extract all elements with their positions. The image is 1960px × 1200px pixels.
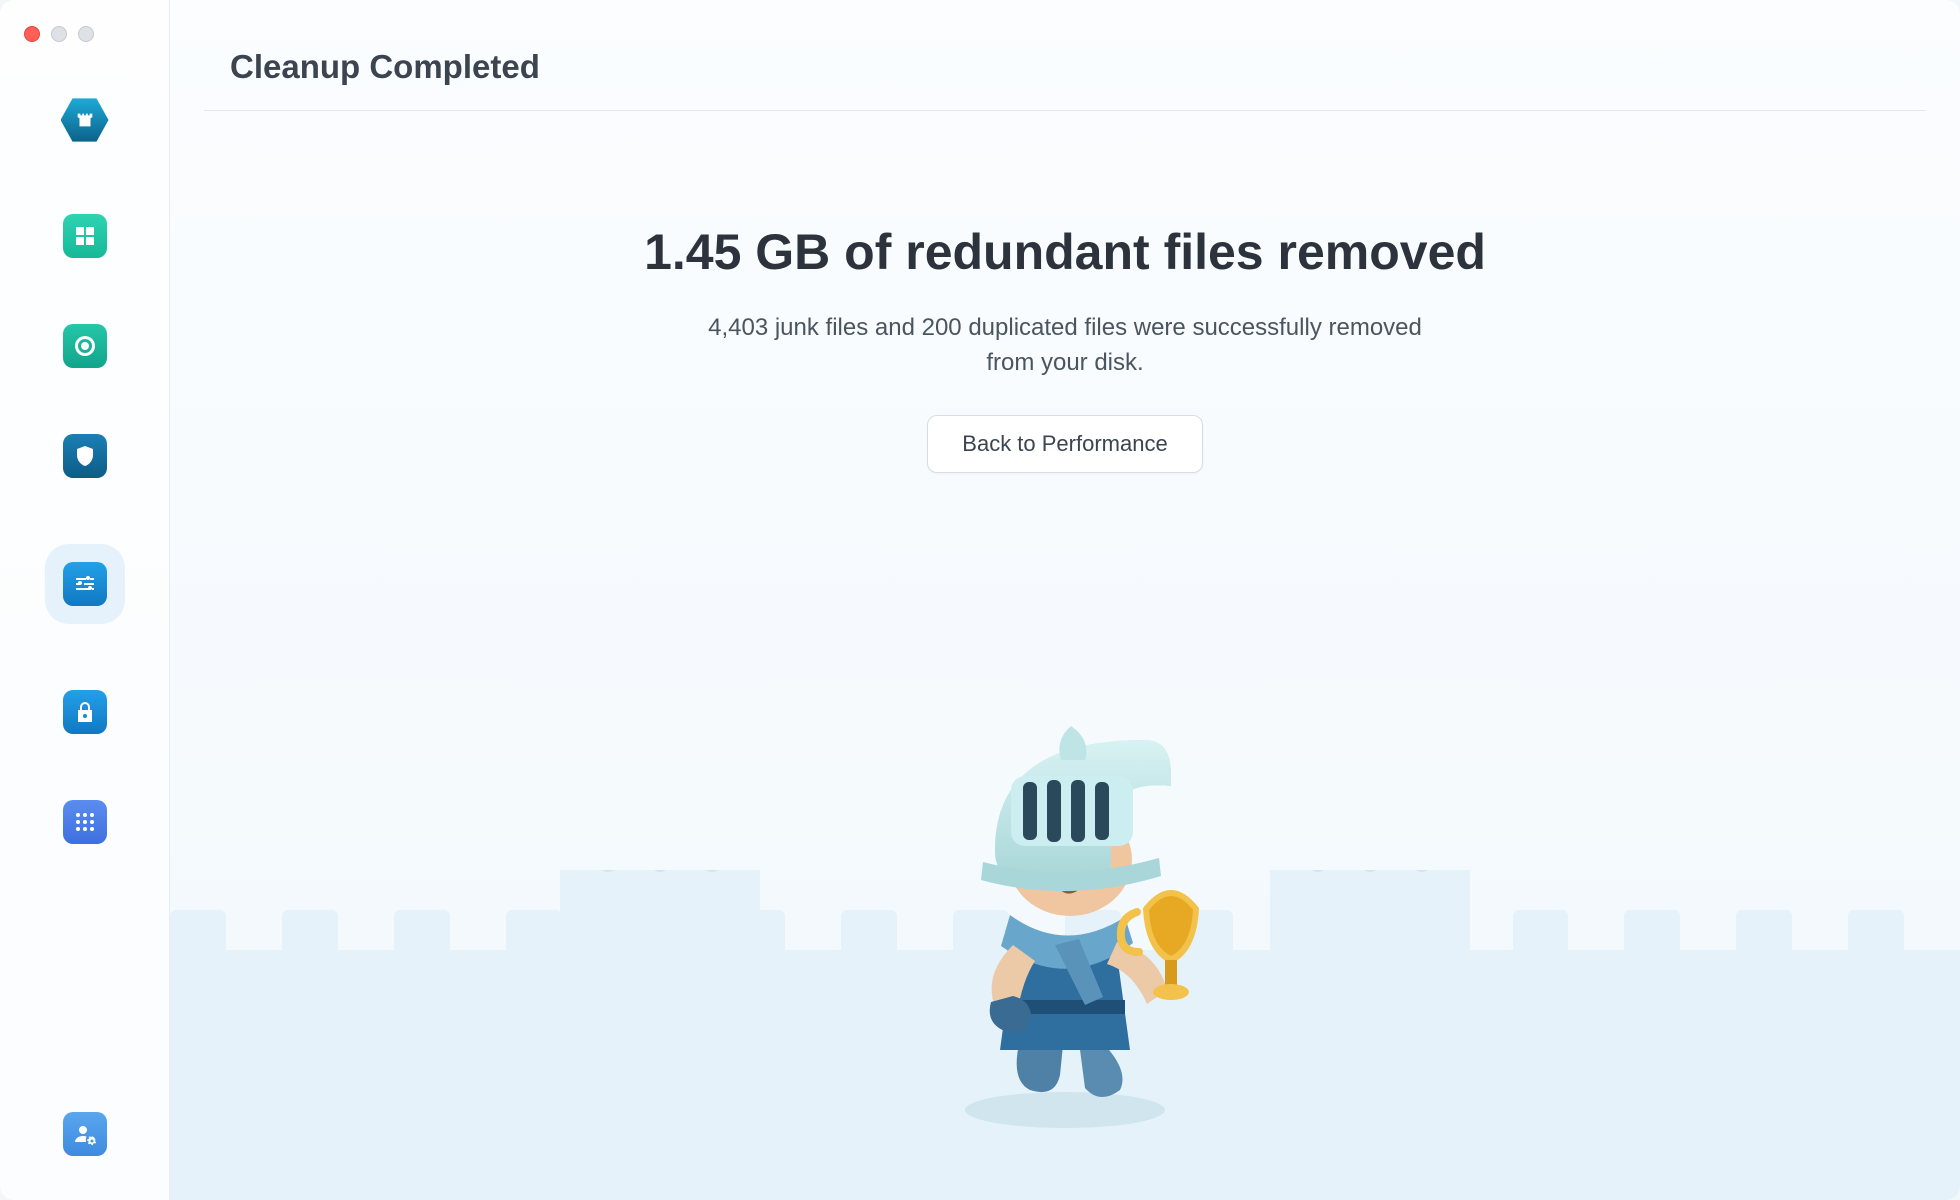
apps-grid-icon: [73, 810, 97, 834]
sidebar-item-logo[interactable]: [61, 96, 109, 148]
sidebar-item-dashboard[interactable]: [63, 214, 107, 258]
sidebar-item-performance[interactable]: [63, 562, 107, 606]
sliders-icon: [73, 572, 97, 596]
sidebar-item-privacy[interactable]: [63, 690, 107, 734]
sidebar-item-apps[interactable]: [63, 800, 107, 844]
sidebar-item-scan[interactable]: [63, 324, 107, 368]
sidebar-item-performance-active: [45, 544, 125, 624]
sidebar-item-protection[interactable]: [63, 434, 107, 478]
zoom-window-button[interactable]: [78, 26, 94, 42]
app-window: Cleanup Completed 1.45 GB of redundant f…: [0, 0, 1960, 1200]
main-content: Cleanup Completed 1.45 GB of redundant f…: [170, 0, 1960, 1200]
minimize-window-button[interactable]: [51, 26, 67, 42]
result-headline: 1.45 GB of redundant files removed: [644, 223, 1486, 281]
castle-icon: [61, 96, 109, 144]
knight-illustration: [905, 690, 1225, 1130]
grid-icon: [73, 224, 97, 248]
user-gear-icon: [73, 1122, 97, 1146]
header: Cleanup Completed: [170, 0, 1960, 110]
sidebar-item-account[interactable]: [63, 1112, 107, 1156]
lock-icon: [73, 700, 97, 724]
shield-icon: [73, 444, 97, 468]
sidebar-nav: [45, 96, 125, 1112]
result-subline: 4,403 junk files and 200 duplicated file…: [685, 311, 1445, 381]
back-to-performance-button[interactable]: Back to Performance: [927, 415, 1202, 473]
result-panel: 1.45 GB of redundant files removed 4,403…: [170, 111, 1960, 1200]
close-window-button[interactable]: [24, 26, 40, 42]
target-icon: [73, 334, 97, 358]
sidebar: [0, 0, 170, 1200]
page-title: Cleanup Completed: [230, 48, 1900, 86]
sidebar-footer: [63, 1112, 107, 1156]
window-controls: [0, 18, 94, 42]
